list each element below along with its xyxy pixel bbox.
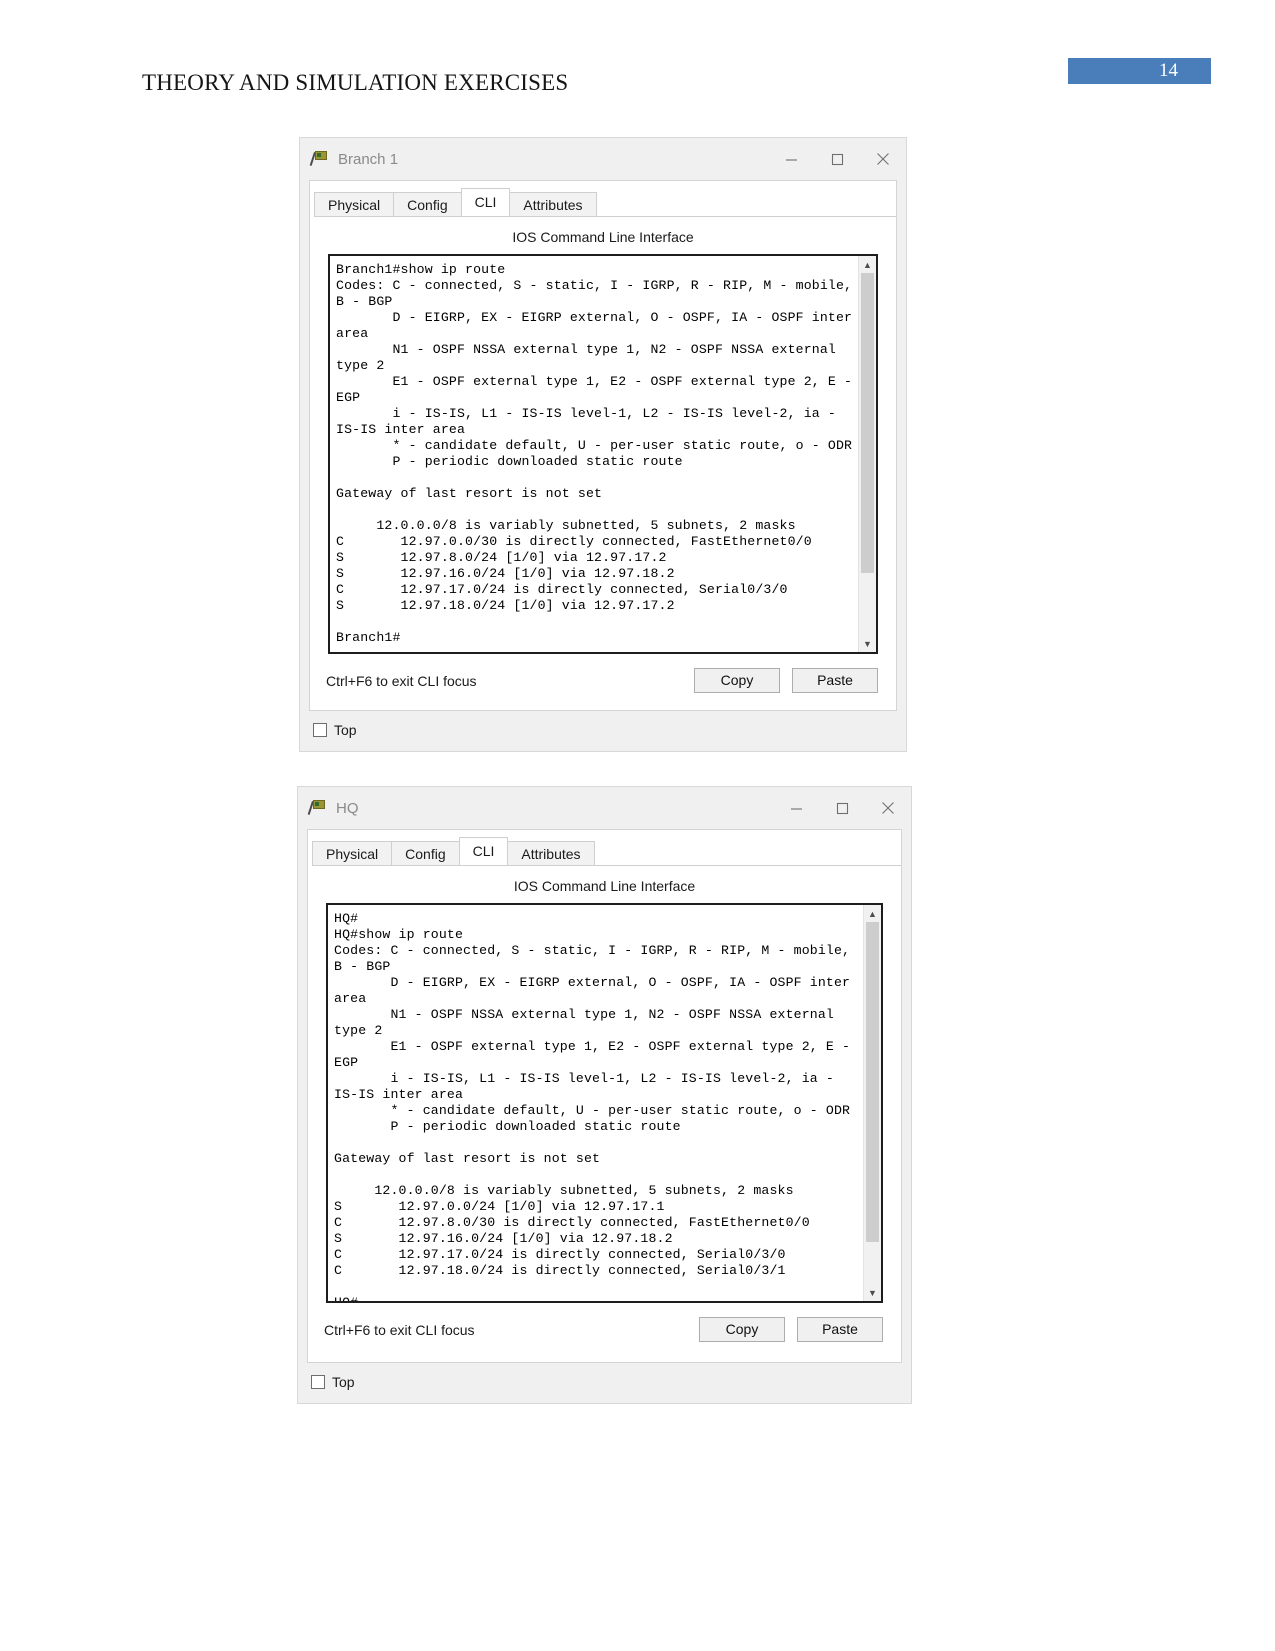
maximize-icon[interactable]: [819, 787, 865, 829]
window-title: Branch 1: [338, 150, 399, 168]
device-window-branch1: Branch 1 Physical Config CLI Attributes …: [299, 137, 907, 752]
cli-terminal[interactable]: Branch1#show ip route Codes: C - connect…: [328, 254, 878, 654]
cli-scrollbar[interactable]: ▲ ▼: [858, 256, 876, 652]
tab-config[interactable]: Config: [391, 841, 460, 865]
page-number-badge: 14: [1068, 58, 1211, 84]
cli-output: Branch1#show ip route Codes: C - connect…: [336, 262, 853, 645]
tab-attributes[interactable]: Attributes: [507, 841, 595, 865]
titlebar: Branch 1: [300, 138, 906, 180]
top-checkbox[interactable]: [311, 1375, 325, 1389]
cli-footer: Ctrl+F6 to exit CLI focus Copy Paste: [310, 654, 896, 693]
scroll-up-icon[interactable]: ▲: [864, 905, 881, 922]
cli-caption: IOS Command Line Interface: [512, 229, 694, 245]
maximize-icon[interactable]: [814, 138, 860, 180]
top-checkbox-label: Top: [332, 1374, 355, 1390]
minimize-icon[interactable]: [768, 138, 814, 180]
tab-physical[interactable]: Physical: [312, 841, 393, 865]
tab-physical[interactable]: Physical: [314, 192, 395, 216]
page-title: THEORY AND SIMULATION EXERCISES: [142, 70, 569, 95]
packet-tracer-router-icon: [309, 150, 330, 168]
top-checkbox[interactable]: [313, 723, 327, 737]
scroll-down-icon[interactable]: ▼: [859, 635, 876, 652]
paste-button[interactable]: Paste: [792, 668, 878, 693]
window-body: Physical Config CLI Attributes IOS Comma…: [307, 829, 902, 1363]
tab-cli[interactable]: CLI: [458, 837, 509, 865]
cli-output: HQ# HQ#show ip route Codes: C - connecte…: [334, 911, 851, 1303]
copy-button[interactable]: Copy: [699, 1317, 785, 1342]
cli-footer: Ctrl+F6 to exit CLI focus Copy Paste: [308, 1303, 901, 1342]
device-window-hq: HQ Physical Config CLI Attributes IOS Co…: [297, 786, 912, 1404]
paste-button[interactable]: Paste: [797, 1317, 883, 1342]
tab-config[interactable]: Config: [393, 192, 462, 216]
minimize-icon[interactable]: [773, 787, 819, 829]
tab-cli[interactable]: CLI: [460, 188, 511, 216]
cli-focus-hint: Ctrl+F6 to exit CLI focus: [324, 1321, 475, 1338]
tab-bar: Physical Config CLI Attributes: [314, 188, 896, 217]
scroll-down-icon[interactable]: ▼: [864, 1284, 881, 1301]
titlebar: HQ: [298, 787, 911, 829]
cli-caption: IOS Command Line Interface: [513, 878, 696, 894]
cli-focus-hint: Ctrl+F6 to exit CLI focus: [326, 672, 477, 689]
close-icon[interactable]: [865, 787, 911, 829]
window-bottom-bar: Top: [307, 1367, 902, 1397]
scrollbar-thumb[interactable]: [861, 273, 874, 573]
tab-bar: Physical Config CLI Attributes: [312, 837, 901, 866]
window-bottom-bar: Top: [309, 715, 897, 745]
packet-tracer-router-icon: [307, 799, 328, 817]
top-checkbox-label: Top: [334, 722, 357, 738]
tab-attributes[interactable]: Attributes: [509, 192, 597, 216]
window-title: HQ: [336, 799, 359, 817]
copy-button[interactable]: Copy: [694, 668, 780, 693]
cli-scrollbar[interactable]: ▲ ▼: [863, 905, 881, 1301]
cli-terminal[interactable]: HQ# HQ#show ip route Codes: C - connecte…: [326, 903, 883, 1303]
window-body: Physical Config CLI Attributes IOS Comma…: [309, 180, 897, 711]
scrollbar-thumb[interactable]: [866, 922, 879, 1242]
close-icon[interactable]: [860, 138, 906, 180]
scroll-up-icon[interactable]: ▲: [859, 256, 876, 273]
